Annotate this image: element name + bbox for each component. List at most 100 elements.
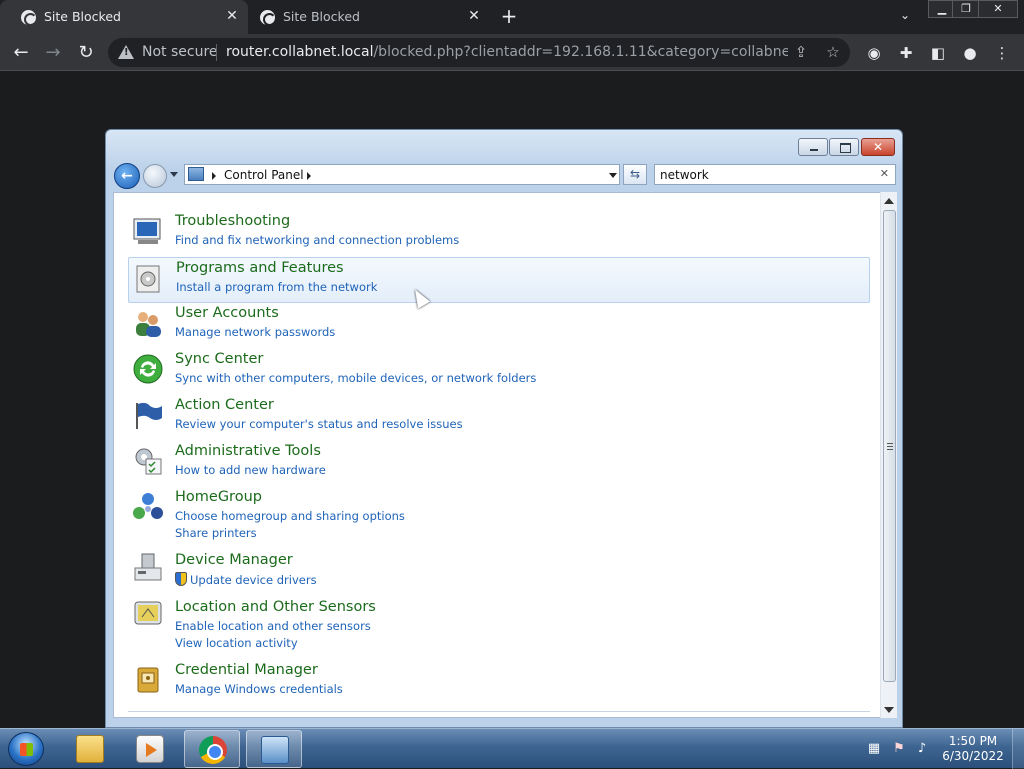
result-title[interactable]: Device Manager (175, 552, 293, 568)
cp-forward-button[interactable] (143, 164, 167, 188)
back-arrow-icon[interactable]: ← (8, 40, 34, 66)
side-panel-icon[interactable]: ◧ (928, 43, 948, 63)
result-action-center[interactable]: Action Center Review your computer's sta… (128, 397, 870, 437)
result-link[interactable]: Sync with other computers, mobile device… (175, 371, 536, 385)
action-center-tray-icon[interactable]: ⚑ (891, 741, 907, 757)
result-link[interactable]: View location activity (175, 636, 298, 650)
scroll-up-arrow-icon[interactable] (884, 198, 894, 204)
clock-time: 1:50 PM (948, 734, 998, 748)
cp-address-bar[interactable]: Control Panel (184, 164, 620, 185)
results-scrollbar[interactable] (880, 192, 897, 718)
result-title[interactable]: HomeGroup (175, 489, 262, 505)
cp-back-button[interactable]: ← (114, 163, 140, 189)
sync-center-icon (133, 354, 163, 384)
control-panel-icon (188, 167, 204, 181)
breadcrumb-control-panel[interactable]: Control Panel (224, 168, 304, 182)
extensions-puzzle-icon[interactable]: ✚ (896, 43, 916, 63)
clear-search-icon[interactable]: ✕ (880, 167, 889, 180)
bookmark-star-icon[interactable]: ☆ (824, 43, 842, 61)
window-restore-icon[interactable]: ❐ (952, 0, 980, 18)
share-icon[interactable]: ⇪ (792, 43, 810, 61)
result-link[interactable]: Manage Windows credentials (175, 682, 343, 696)
result-title[interactable]: Administrative Tools (175, 443, 321, 459)
result-credential-manager[interactable]: Credential Manager Manage Windows creden… (128, 662, 870, 702)
url-text[interactable]: router.collabnet.local/blocked.php?clien… (226, 44, 788, 60)
result-homegroup[interactable]: HomeGroup Choose homegroup and sharing o… (128, 489, 870, 545)
result-troubleshooting[interactable]: Troubleshooting Find and fix networking … (128, 213, 870, 253)
extension-glasses-icon[interactable]: ◉ (864, 43, 884, 63)
result-programs-and-features[interactable]: Programs and Features Install a program … (128, 257, 870, 303)
omnibox-divider (216, 44, 217, 61)
result-location-and-other-sensors[interactable]: Location and Other Sensors Enable locati… (128, 599, 870, 655)
result-link[interactable]: Find and fix networking and connection p… (175, 233, 459, 247)
location-sensors-icon (134, 601, 162, 625)
taskbar-clock[interactable]: 1:50 PM 6/30/2022 (940, 734, 1006, 764)
scroll-down-arrow-icon[interactable] (884, 707, 894, 713)
result-sync-center[interactable]: Sync Center Sync with other computers, m… (128, 351, 870, 391)
volume-tray-icon[interactable]: ♪ (914, 741, 930, 757)
cp-minimize-button[interactable] (798, 138, 828, 156)
warning-triangle-icon (118, 45, 134, 59)
result-title[interactable]: Troubleshooting (175, 213, 290, 229)
windows-taskbar: ▦ ⚑ ♪ 1:50 PM 6/30/2022 (0, 728, 1024, 769)
url-host: router.collabnet.local (226, 44, 374, 60)
result-link[interactable]: Share printers (175, 526, 257, 540)
user-accounts-icon (136, 312, 161, 337)
tab-search-chevron-icon[interactable]: ⌄ (896, 8, 914, 26)
result-administrative-tools[interactable]: Administrative Tools How to add new hard… (128, 443, 870, 483)
result-title[interactable]: Location and Other Sensors (175, 599, 376, 615)
breadcrumb-arrow-icon[interactable] (212, 172, 216, 180)
not-secure-label: Not secure (142, 44, 218, 60)
taskbar-media-player[interactable] (122, 730, 178, 768)
results-divider (128, 711, 870, 712)
result-link[interactable]: Manage network passwords (175, 325, 335, 339)
result-link[interactable]: How to add new hardware (175, 463, 326, 477)
result-link[interactable]: Update device drivers (175, 572, 317, 587)
taskbar-explorer[interactable] (62, 730, 118, 768)
start-button[interactable] (8, 732, 44, 766)
tab-site-blocked[interactable]: Site Blocked ✕ (250, 0, 490, 34)
address-dropdown-icon[interactable] (609, 173, 617, 178)
result-link[interactable]: Choose homegroup and sharing options (175, 509, 405, 523)
result-title[interactable]: Programs and Features (176, 260, 344, 276)
browser-toolbar: ← → ↻ Not secure router.collabnet.local/… (0, 34, 1024, 71)
tab-site-blocked-active[interactable]: Site Blocked ✕ (0, 0, 248, 34)
scroll-thumb[interactable] (883, 210, 896, 682)
recent-pages-chevron-icon[interactable] (170, 172, 178, 177)
media-player-icon (136, 735, 164, 763)
control-panel-icon (261, 736, 289, 764)
reload-icon[interactable]: ↻ (73, 40, 99, 66)
result-title[interactable]: Credential Manager (175, 662, 318, 678)
browser-tab-strip: Site Blocked ✕ Site Blocked ✕ + ⌄ ▁ ❐ ✕ (0, 0, 1024, 34)
result-link[interactable]: Review your computer's status and resolv… (175, 417, 463, 431)
result-title[interactable]: User Accounts (175, 305, 279, 321)
result-link[interactable]: Enable location and other sensors (175, 619, 371, 633)
scroll-grip-icon (887, 443, 893, 450)
result-user-accounts[interactable]: User Accounts Manage network passwords (128, 305, 870, 345)
result-device-manager[interactable]: Device Manager Update device drivers (128, 552, 870, 592)
result-title[interactable]: Action Center (175, 397, 274, 413)
breadcrumb-arrow-icon[interactable] (307, 172, 311, 180)
forward-arrow-icon[interactable]: → (40, 40, 66, 66)
result-title[interactable]: Sync Center (175, 351, 263, 367)
tab-title: Site Blocked (44, 9, 121, 24)
cp-close-button[interactable]: ✕ (861, 138, 895, 156)
taskbar-chrome[interactable] (184, 730, 240, 768)
cp-refresh-button[interactable]: ⇆ (623, 164, 647, 185)
tab-close-icon[interactable]: ✕ (466, 8, 482, 24)
network-tray-icon[interactable]: ▦ (866, 741, 882, 757)
result-link[interactable]: Install a program from the network (176, 280, 377, 294)
search-results-list: Troubleshooting Find and fix networking … (113, 192, 897, 718)
uac-shield-icon (175, 572, 187, 586)
new-tab-plus-icon[interactable]: + (498, 5, 520, 27)
profile-avatar-icon[interactable]: ● (960, 43, 980, 63)
taskbar-control-panel[interactable] (246, 730, 302, 768)
globe-icon (21, 10, 37, 26)
menu-kebab-icon[interactable]: ⋮ (992, 43, 1012, 63)
show-desktop-button[interactable] (1012, 729, 1024, 769)
window-close-icon[interactable]: ✕ (978, 0, 1018, 18)
tab-close-icon[interactable]: ✕ (224, 8, 240, 24)
address-bar[interactable]: Not secure router.collabnet.local/blocke… (108, 38, 850, 67)
cp-search-input[interactable]: network ✕ (654, 164, 896, 185)
cp-maximize-button[interactable] (829, 138, 859, 156)
